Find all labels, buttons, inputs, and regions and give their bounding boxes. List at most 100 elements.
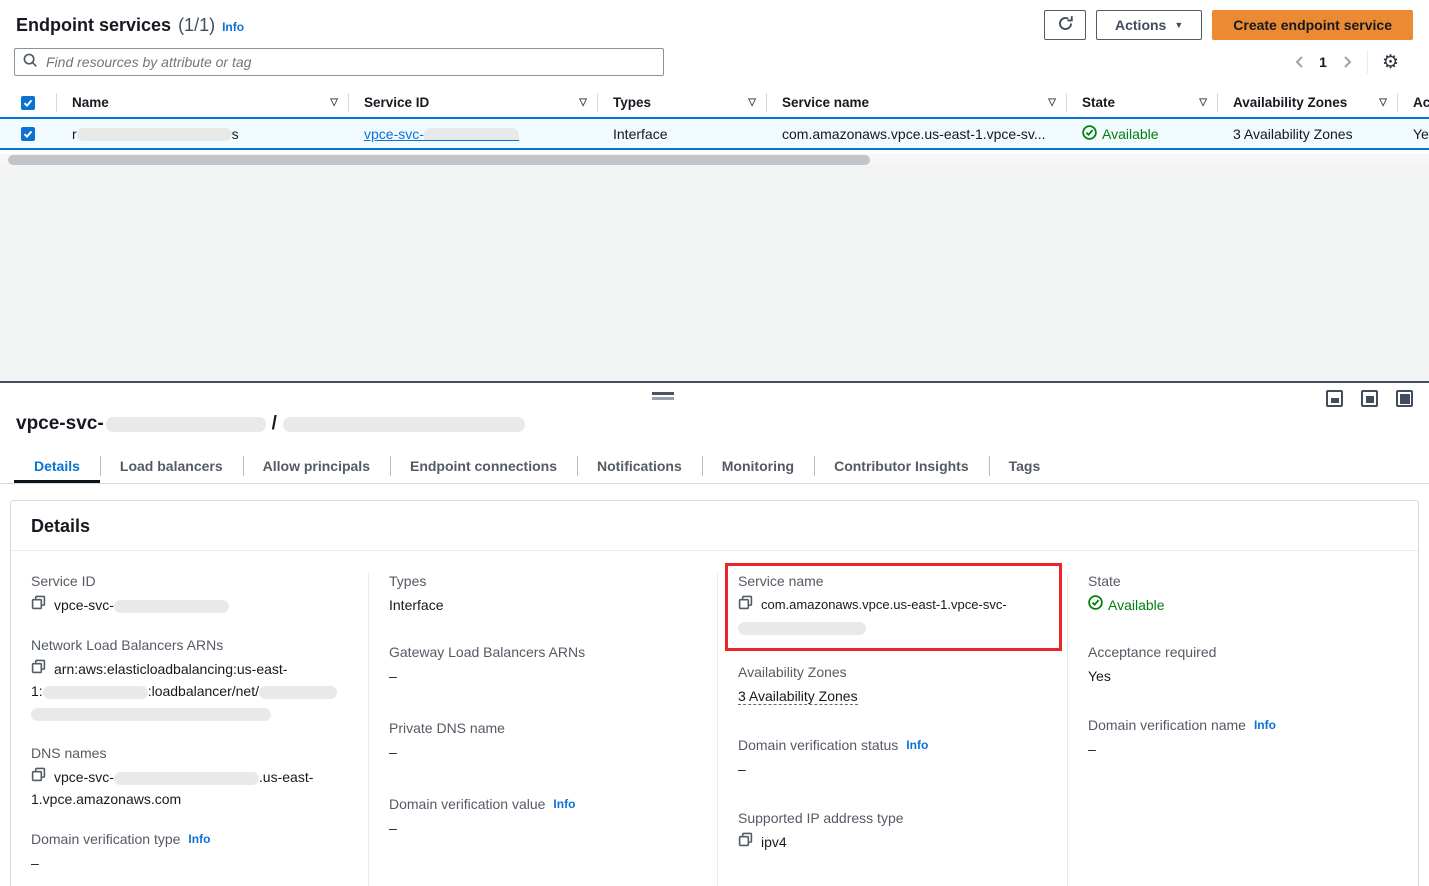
tab-details[interactable]: Details (14, 449, 100, 483)
column-header-availability-zones-label: Availability Zones (1233, 95, 1347, 110)
sort-icon[interactable]: ▽ (579, 97, 587, 108)
redacted-text (31, 708, 271, 721)
service-id-link[interactable]: vpce-svc- (364, 126, 519, 142)
supported-ip-value: ipv4 (761, 831, 787, 853)
column-header-acceptance-required-label: Acceptance required (1413, 95, 1429, 110)
title-group: Endpoint services (1/1) Info (16, 15, 244, 36)
tab-allow-principals[interactable]: Allow principals (243, 449, 390, 483)
field-label: Service name (738, 573, 824, 589)
search-input[interactable] (46, 54, 655, 70)
table-row[interactable]: rs vpce-svc- Interface com.amazonaws.vpc… (0, 117, 1429, 150)
select-all-checkbox[interactable] (21, 96, 35, 110)
column-header-types[interactable]: Types ▽ (597, 88, 766, 117)
info-link[interactable]: Info (906, 738, 928, 752)
column-header-availability-zones[interactable]: Availability Zones ▽ (1217, 88, 1397, 117)
field-glb-arns: Gateway Load Balancers ARNs – (389, 644, 699, 687)
current-page-number[interactable]: 1 (1319, 54, 1327, 70)
details-card: Details Service ID vpce-svc- Network Loa… (10, 500, 1419, 886)
field-value: Interface (389, 594, 699, 616)
copy-icon[interactable] (738, 594, 753, 616)
field-label: Domain verification type (31, 831, 180, 847)
sort-icon[interactable]: ▽ (1199, 97, 1207, 108)
field-nlb-arns: Network Load Balancers ARNs arn:aws:elas… (31, 637, 350, 724)
field-label: Types (389, 573, 426, 589)
column-header-types-label: Types (613, 95, 651, 110)
column-header-service-id-label: Service ID (364, 95, 429, 110)
copy-icon[interactable] (31, 766, 46, 788)
search-row: 1 ⚙ (0, 46, 1429, 88)
sort-icon[interactable]: ▽ (330, 97, 338, 108)
endpoint-services-section: Endpoint services (1/1) Info Actions ▼ C… (0, 0, 1429, 166)
field-acceptance-required: Acceptance required Yes (1088, 644, 1400, 687)
dns-name-line1b: .us-east- (259, 769, 313, 785)
state-value: Available (1108, 594, 1165, 616)
split-panel: vpce-svc- / Details Load balancers Allow… (0, 381, 1429, 875)
search-box[interactable] (14, 48, 664, 76)
copy-icon[interactable] (738, 831, 753, 853)
tab-tags[interactable]: Tags (989, 449, 1061, 483)
availability-zones-link[interactable]: 3 Availability Zones (738, 688, 858, 705)
redacted-text (283, 417, 525, 432)
details-heading: Details (11, 501, 1418, 551)
tab-bar: Details Load balancers Allow principals … (0, 449, 1429, 484)
content-background (0, 166, 1429, 381)
create-endpoint-service-button[interactable]: Create endpoint service (1212, 10, 1413, 40)
tab-endpoint-connections[interactable]: Endpoint connections (390, 449, 577, 483)
endpoint-services-table: Name ▽ Service ID ▽ Types ▽ Service name… (0, 88, 1429, 166)
column-header-acceptance-required[interactable]: Acceptance required (1397, 88, 1429, 117)
sort-icon[interactable]: ▽ (1379, 97, 1387, 108)
column-header-service-name[interactable]: Service name ▽ (766, 88, 1066, 117)
field-dns-names: DNS names vpce-svc-.us-east- 1.vpce.amaz… (31, 745, 350, 810)
tab-load-balancers[interactable]: Load balancers (100, 449, 243, 483)
preferences-gear-icon[interactable]: ⚙ (1382, 53, 1399, 72)
column-header-service-id[interactable]: Service ID ▽ (348, 88, 597, 117)
tab-contributor-insights[interactable]: Contributor Insights (814, 449, 989, 483)
redacted-text (114, 600, 229, 613)
horizontal-scrollbar[interactable] (0, 154, 1429, 166)
column-header-state[interactable]: State ▽ (1066, 88, 1217, 117)
field-types: Types Interface (389, 573, 699, 616)
copy-icon[interactable] (31, 594, 46, 616)
field-value: – (389, 817, 699, 839)
header-actions: Actions ▼ Create endpoint service (1044, 10, 1413, 40)
column-header-name[interactable]: Name ▽ (56, 88, 348, 117)
sort-icon[interactable]: ▽ (1048, 97, 1056, 108)
cell-name: rs (56, 126, 348, 142)
cell-service-id: vpce-svc- (348, 126, 597, 142)
copy-icon[interactable] (31, 658, 46, 680)
scrollbar-thumb[interactable] (8, 155, 870, 165)
split-panel-drag-handle[interactable] (652, 392, 674, 400)
info-link[interactable]: Info (188, 832, 210, 846)
dns-name-line1: vpce-svc- (54, 769, 114, 785)
tab-monitoring[interactable]: Monitoring (702, 449, 814, 483)
sort-icon[interactable]: ▽ (748, 97, 756, 108)
panel-size-small-button[interactable] (1326, 390, 1343, 407)
name-fragment: r (72, 126, 77, 142)
next-page-button[interactable] (1341, 55, 1353, 69)
field-value: – (738, 758, 1049, 780)
status-available-icon (1088, 594, 1103, 616)
field-label: Private DNS name (389, 720, 505, 736)
field-label: Domain verification name (1088, 717, 1246, 733)
info-link[interactable]: Info (553, 797, 575, 811)
field-label: Gateway Load Balancers ARNs (389, 644, 585, 660)
details-column-2: Types Interface Gateway Load Balancers A… (368, 573, 717, 886)
details-column-4: State Available Acceptance required Yes (1067, 573, 1418, 886)
panel-size-medium-button[interactable] (1361, 390, 1378, 407)
field-value: Yes (1088, 665, 1400, 687)
actions-button[interactable]: Actions ▼ (1096, 10, 1202, 40)
dns-name-line2: 1.vpce.amazonaws.com (31, 788, 350, 810)
panel-size-large-button[interactable] (1396, 390, 1413, 407)
availability-zones-link[interactable]: 3 Availability Zones (1233, 126, 1353, 142)
previous-page-button[interactable] (1293, 55, 1305, 69)
redacted-text (43, 686, 148, 699)
refresh-button[interactable] (1044, 10, 1086, 40)
tab-notifications[interactable]: Notifications (577, 449, 702, 483)
resource-count: (1/1) (178, 15, 215, 36)
redacted-text (106, 417, 266, 432)
info-link[interactable]: Info (1254, 718, 1276, 732)
panel-title-separator: / (272, 413, 277, 435)
row-checkbox[interactable] (21, 127, 35, 141)
header-info-link[interactable]: Info (222, 20, 244, 34)
field-service-id: Service ID vpce-svc- (31, 573, 350, 616)
